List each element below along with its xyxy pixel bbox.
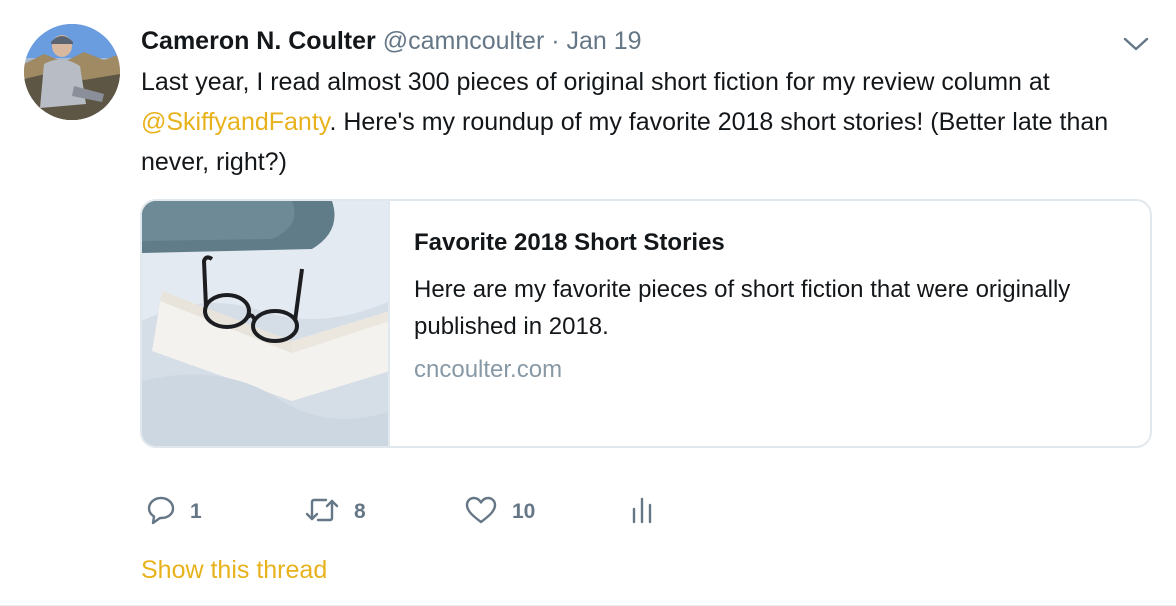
retweet-count: 8 — [354, 500, 366, 523]
avatar-photo — [24, 24, 120, 120]
reply-count: 1 — [190, 500, 202, 523]
reply-button[interactable]: 1 — [146, 492, 202, 532]
tweet-text-part1: Last year, I read almost 300 pieces of o… — [141, 68, 1050, 96]
retweet-button[interactable]: 8 — [304, 492, 366, 532]
author-name[interactable]: Cameron N. Coulter — [141, 27, 376, 55]
avatar[interactable] — [24, 24, 120, 120]
analytics-button[interactable] — [630, 492, 654, 532]
header-separator: · — [551, 27, 560, 55]
chevron-down-icon[interactable] — [1122, 30, 1150, 58]
tweet-date[interactable]: Jan 19 — [567, 27, 642, 55]
card-title: Favorite 2018 Short Stories — [414, 229, 725, 256]
card-image — [142, 201, 390, 446]
tweet-header: Cameron N. Coulter @camncoulter · Jan 19 — [141, 24, 642, 58]
tweet: Cameron N. Coulter @camncoulter · Jan 19… — [0, 0, 1176, 606]
like-button[interactable]: 10 — [464, 492, 535, 532]
card-description: Here are my favorite pieces of short fic… — [414, 276, 1071, 340]
like-count: 10 — [512, 500, 536, 523]
link-card[interactable]: Favorite 2018 Short Stories Here are my … — [140, 199, 1152, 448]
retweet-icon — [304, 495, 340, 530]
reply-icon — [146, 495, 176, 530]
show-thread-link[interactable]: Show this thread — [141, 553, 327, 587]
author-handle[interactable]: @camncoulter — [383, 27, 545, 55]
analytics-icon — [630, 495, 654, 530]
heart-icon — [464, 495, 498, 530]
card-domain: cncoulter.com — [414, 356, 563, 383]
mention-link[interactable]: @SkiffyandFanty — [141, 108, 329, 136]
tweet-text: Last year, I read almost 300 pieces of o… — [141, 62, 1151, 182]
